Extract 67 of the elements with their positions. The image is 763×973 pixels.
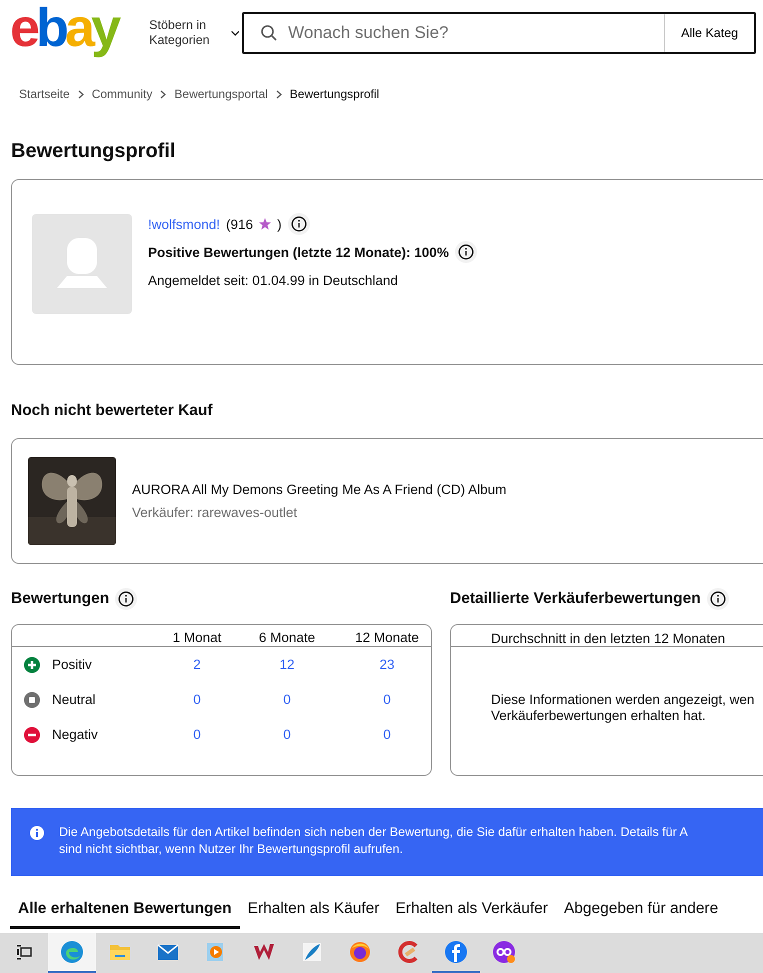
row-label: Positiv — [52, 657, 93, 672]
rating-count-link[interactable]: 0 — [157, 727, 237, 742]
info-icon — [290, 216, 307, 232]
info-button[interactable] — [454, 241, 477, 263]
task-view-icon[interactable] — [15, 943, 33, 961]
feedback-score-end: ) — [277, 216, 282, 232]
positive-rating-text: Positive Bewertungen (letzte 12 Monate): 100% — [148, 244, 449, 260]
fox-browser-icon[interactable] — [348, 940, 372, 964]
item-title[interactable]: AURORA All My Demons Greeting Me As A Friend (CD) Album — [132, 482, 506, 497]
row-label: Negativ — [52, 727, 99, 742]
search-field[interactable]: Wonach suchen Sie? Alle Kateg — [242, 12, 756, 54]
feedback-score: (916 — [226, 216, 254, 232]
breadcrumb-link[interactable]: Startseite — [19, 87, 70, 101]
breadcrumb-link[interactable]: Bewertungsprofil — [290, 87, 380, 101]
social-app-icon[interactable] — [444, 940, 468, 964]
info-icon — [29, 825, 45, 841]
rating-count-link[interactable]: 0 — [237, 727, 337, 742]
info-icon — [458, 244, 474, 260]
breadcrumb-link[interactable]: Bewertungsportal — [174, 87, 268, 101]
username-link[interactable]: !wolfsmond! — [148, 216, 220, 232]
rating-count-link[interactable]: 2 — [157, 657, 237, 672]
column-header: Durchschnitt in den letzten 12 Monaten — [491, 631, 726, 646]
column-header: 6 Monate — [258, 630, 316, 645]
minus-icon — [24, 726, 40, 742]
tab[interactable]: Alle erhaltenen Bewertungen — [10, 900, 240, 929]
search-icon — [260, 24, 278, 42]
tab[interactable]: Erhalten als Käufer — [240, 900, 388, 929]
info-button[interactable] — [288, 213, 310, 235]
breadcrumb-link[interactable]: Community — [92, 87, 152, 101]
chevron-right-icon — [276, 90, 282, 98]
banner-text: sind nicht sichtbar, wenn Nutzer Ihr Bewertungsprofil aufrufen. — [59, 840, 404, 858]
chevron-right-icon — [78, 90, 84, 98]
column-header: 1 Monat — [172, 630, 222, 645]
info-button[interactable] — [706, 588, 729, 610]
chevron-down-icon — [230, 28, 240, 38]
info-icon — [118, 591, 134, 607]
seller-name: Verkäufer: rarewaves-outlet — [132, 505, 298, 520]
vpn-icon[interactable] — [492, 940, 516, 964]
rating-count-link[interactable]: 0 — [157, 692, 237, 707]
row-label: Neutral — [52, 692, 97, 707]
rating-count-link[interactable]: 23 — [337, 657, 431, 672]
plus-icon — [24, 656, 40, 672]
cleaner-icon[interactable] — [396, 940, 420, 964]
chevron-right-icon — [160, 90, 166, 98]
tab[interactable]: Abgegeben für andere — [556, 900, 726, 929]
tab[interactable]: Erhalten als Verkäufer — [387, 900, 556, 929]
rating-count-link[interactable]: 12 — [237, 657, 337, 672]
feather-icon[interactable] — [300, 940, 324, 964]
section-heading: Detaillierte Verkäuferbewertungen — [450, 590, 701, 608]
ebay-logo[interactable]: ebay — [10, 0, 128, 63]
rating-count-link[interactable]: 0 — [337, 692, 431, 707]
info-message: Diese Informationen werden angezeigt, wen Verkäuferbewertungen erhalten hat. — [491, 692, 754, 724]
section-heading: Noch nicht bewerteter Kauf — [11, 402, 214, 420]
member-since-text: Angemeldet seit: 01.04.99 in Deutschland — [148, 272, 398, 288]
page-title: Bewertungsprofil — [11, 140, 176, 163]
star-icon — [259, 218, 272, 230]
section-heading: Bewertungen — [11, 590, 110, 608]
browser-icon[interactable] — [60, 940, 84, 964]
info-button[interactable] — [115, 588, 138, 610]
category-select[interactable]: Alle Kateg — [664, 14, 754, 52]
browse-categories-button[interactable]: Stöbern in Kategorien — [149, 18, 240, 48]
person-silhouette-icon — [57, 238, 107, 290]
info-icon — [710, 591, 726, 607]
rating-count-link[interactable]: 0 — [237, 692, 337, 707]
banner-text: Die Angebotsdetails für den Artikel befinden sich neben der Bewertung, die Sie dafür erhalten haben. Details für A — [59, 824, 689, 841]
column-header: 12 Monate — [354, 630, 420, 645]
rating-count-link[interactable]: 0 — [337, 727, 431, 742]
